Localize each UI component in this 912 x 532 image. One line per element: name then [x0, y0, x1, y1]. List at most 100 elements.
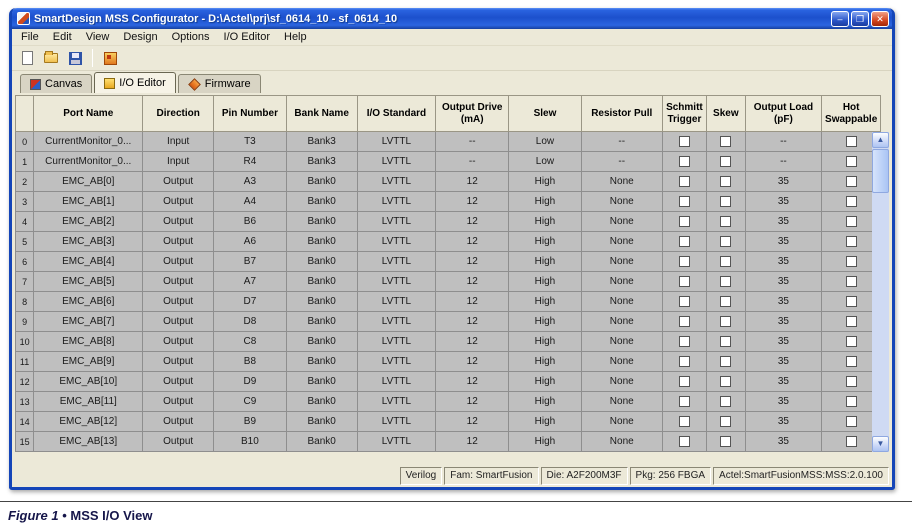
cell-port[interactable]: EMC_AB[12]	[33, 411, 144, 432]
tab-io-editor[interactable]: I/O Editor	[94, 72, 176, 93]
cell-std[interactable]: LVTTL	[356, 251, 437, 272]
cell-bank[interactable]: Bank0	[285, 391, 358, 412]
row-number[interactable]: 10	[14, 331, 35, 352]
generate-button[interactable]	[100, 48, 120, 68]
hot-swappable-checkbox[interactable]	[845, 195, 857, 207]
cell-direction[interactable]: Output	[142, 311, 215, 332]
cell-bank[interactable]: Bank0	[285, 311, 358, 332]
skew-checkbox[interactable]	[720, 255, 732, 267]
cell-bank[interactable]: Bank0	[285, 191, 358, 212]
row-number[interactable]: 3	[14, 191, 35, 212]
cell-slew[interactable]: Low	[508, 131, 582, 152]
tab-firmware[interactable]: Firmware	[177, 74, 261, 93]
cell-port[interactable]: EMC_AB[7]	[33, 311, 144, 332]
cell-slew[interactable]: High	[508, 291, 582, 312]
cell-pin[interactable]: B8	[213, 351, 287, 372]
cell-output-load[interactable]: 35	[744, 411, 823, 432]
cell-slew[interactable]: High	[508, 411, 582, 432]
column-header-port-name[interactable]: Port Name	[33, 95, 144, 132]
skew-checkbox[interactable]	[720, 415, 732, 427]
schmitt-trigger-checkbox[interactable]	[678, 415, 690, 427]
menu-design[interactable]: Design	[116, 30, 164, 44]
cell-std[interactable]: LVTTL	[356, 311, 437, 332]
skew-checkbox[interactable]	[720, 135, 732, 147]
skew-checkbox[interactable]	[720, 215, 732, 227]
hot-swappable-checkbox[interactable]	[845, 335, 857, 347]
hot-swappable-checkbox[interactable]	[845, 375, 857, 387]
cell-direction[interactable]: Output	[142, 351, 215, 372]
cell-bank[interactable]: Bank0	[285, 351, 358, 372]
cell-drive[interactable]: 12	[435, 391, 510, 412]
hot-swappable-checkbox[interactable]	[845, 235, 857, 247]
cell-pull[interactable]: None	[580, 411, 663, 432]
column-header-bank-name[interactable]: Bank Name	[285, 95, 358, 132]
cell-bank[interactable]: Bank0	[285, 371, 358, 392]
hot-swappable-checkbox[interactable]	[845, 315, 857, 327]
cell-pin[interactable]: B10	[213, 431, 287, 452]
cell-pin[interactable]: D7	[213, 291, 287, 312]
schmitt-trigger-checkbox[interactable]	[678, 255, 690, 267]
cell-slew[interactable]: High	[508, 371, 582, 392]
cell-pull[interactable]: None	[580, 331, 663, 352]
schmitt-trigger-checkbox[interactable]	[678, 435, 690, 447]
cell-pin[interactable]: A3	[213, 171, 287, 192]
row-number[interactable]: 9	[14, 311, 35, 332]
column-header-direction[interactable]: Direction	[142, 95, 215, 132]
cell-direction[interactable]: Output	[142, 391, 215, 412]
scroll-up-button[interactable]: ▲	[872, 132, 889, 148]
cell-output-load[interactable]: 35	[744, 171, 823, 192]
hot-swappable-checkbox[interactable]	[845, 175, 857, 187]
cell-slew[interactable]: High	[508, 171, 582, 192]
schmitt-trigger-checkbox[interactable]	[678, 275, 690, 287]
cell-pull[interactable]: None	[580, 191, 663, 212]
hot-swappable-checkbox[interactable]	[845, 395, 857, 407]
cell-std[interactable]: LVTTL	[356, 271, 437, 292]
skew-checkbox[interactable]	[720, 375, 732, 387]
cell-port[interactable]: EMC_AB[9]	[33, 351, 144, 372]
cell-slew[interactable]: High	[508, 271, 582, 292]
cell-port[interactable]: EMC_AB[1]	[33, 191, 144, 212]
scrollbar-thumb[interactable]	[872, 149, 889, 193]
column-header-resistor-pull[interactable]: Resistor Pull	[580, 95, 663, 132]
cell-port[interactable]: CurrentMonitor_0...	[33, 131, 144, 152]
schmitt-trigger-checkbox[interactable]	[678, 335, 690, 347]
skew-checkbox[interactable]	[720, 315, 732, 327]
menu-file[interactable]: File	[14, 30, 46, 44]
cell-pull[interactable]: --	[580, 131, 663, 152]
cell-direction[interactable]: Input	[142, 131, 215, 152]
cell-output-load[interactable]: 35	[744, 431, 823, 452]
cell-port[interactable]: EMC_AB[2]	[33, 211, 144, 232]
column-header-pin-number[interactable]: Pin Number	[213, 95, 287, 132]
cell-direction[interactable]: Output	[142, 251, 215, 272]
cell-bank[interactable]: Bank0	[285, 271, 358, 292]
close-button[interactable]: ✕	[871, 10, 889, 27]
skew-checkbox[interactable]	[720, 435, 732, 447]
schmitt-trigger-checkbox[interactable]	[678, 355, 690, 367]
cell-direction[interactable]: Output	[142, 191, 215, 212]
cell-port[interactable]: EMC_AB[4]	[33, 251, 144, 272]
cell-drive[interactable]: 12	[435, 231, 510, 252]
row-number[interactable]: 14	[14, 411, 35, 432]
cell-slew[interactable]: High	[508, 391, 582, 412]
cell-pull[interactable]: None	[580, 311, 663, 332]
cell-pin[interactable]: D8	[213, 311, 287, 332]
cell-slew[interactable]: High	[508, 351, 582, 372]
row-number[interactable]: 8	[14, 291, 35, 312]
cell-slew[interactable]: High	[508, 231, 582, 252]
menu-view[interactable]: View	[79, 30, 117, 44]
skew-checkbox[interactable]	[720, 355, 732, 367]
hot-swappable-checkbox[interactable]	[845, 135, 857, 147]
cell-bank[interactable]: Bank0	[285, 331, 358, 352]
cell-port[interactable]: EMC_AB[6]	[33, 291, 144, 312]
cell-pin[interactable]: B9	[213, 411, 287, 432]
column-header-schmitt[interactable]: Schmitt Trigger	[661, 95, 708, 132]
cell-std[interactable]: LVTTL	[356, 171, 437, 192]
cell-std[interactable]: LVTTL	[356, 391, 437, 412]
skew-checkbox[interactable]	[720, 395, 732, 407]
cell-output-load[interactable]: 35	[744, 371, 823, 392]
cell-pin[interactable]: D9	[213, 371, 287, 392]
cell-slew[interactable]: High	[508, 331, 582, 352]
cell-pull[interactable]: None	[580, 371, 663, 392]
cell-output-load[interactable]: 35	[744, 271, 823, 292]
cell-pull[interactable]: None	[580, 211, 663, 232]
